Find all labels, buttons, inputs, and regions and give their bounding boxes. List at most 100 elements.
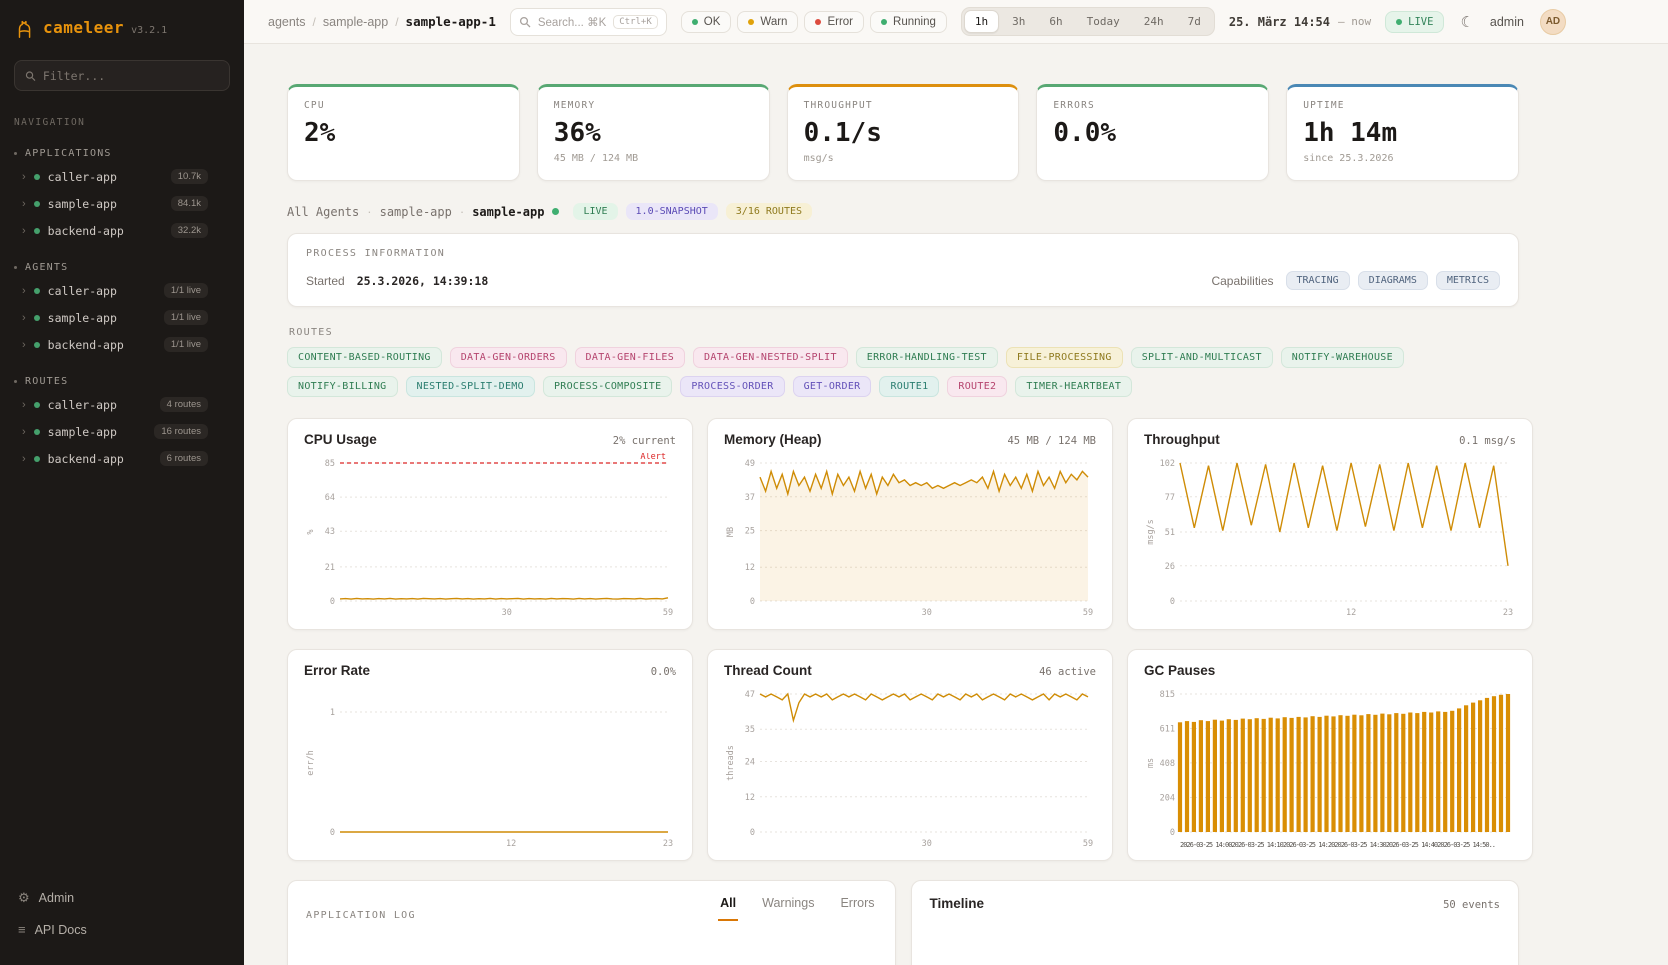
timeline-event-count: 50 events [1443,899,1500,911]
context-crumb-sample-app[interactable]: sample-app [472,205,544,219]
sidebar-item-sample-app[interactable]: ›sample-app1/1 live [0,304,244,331]
context-crumb-all-agents[interactable]: All Agents [287,205,359,219]
svg-text:204: 204 [1160,794,1175,804]
log-header: APPLICATION LOG AllWarningsErrors [306,896,877,921]
route-chip-timer-heartbeat[interactable]: TIMER-HEARTBEAT [1015,376,1132,397]
sidebar-item-backend-app[interactable]: ›backend-app1/1 live [0,331,244,358]
capability-chip-diagrams[interactable]: DIAGRAMS [1358,271,1428,290]
svg-text:12: 12 [1346,608,1356,618]
context-badge-3-16-routes[interactable]: 3/16 ROUTES [726,203,812,220]
sidebar-item-admin[interactable]: ⚙ Admin [14,882,230,914]
capability-chip-tracing[interactable]: TRACING [1286,271,1350,290]
route-chip-get-order[interactable]: GET-ORDER [793,376,872,397]
context-badge-live[interactable]: LIVE [573,203,617,220]
capability-chip-metrics[interactable]: METRICS [1436,271,1500,290]
route-chip-content-based-routing[interactable]: CONTENT-BASED-ROUTING [287,347,442,368]
capabilities-chips: TRACING DIAGRAMS METRICS [1286,271,1500,290]
filter-chip-warn[interactable]: Warn [737,11,798,33]
stat-card-uptime: UPTIME1h 14msince 25.3.2026 [1286,84,1519,181]
chart-card-gc-pauses: GC Pauses0204408611815ms2026-03-25 14:00… [1127,649,1533,861]
stat-label: ERRORS [1053,100,1252,111]
svg-text:37: 37 [745,493,755,503]
sidebar-item-caller-app[interactable]: ›caller-app1/1 live [0,277,244,304]
route-chip-notify-warehouse[interactable]: NOTIFY-WAREHOUSE [1281,347,1404,368]
filter-chip-running[interactable]: Running [870,11,947,33]
context-crumb-sample-app[interactable]: sample-app [380,205,452,219]
range-button-today[interactable]: Today [1076,10,1131,33]
range-button-7d[interactable]: 7d [1177,10,1212,33]
log-tab-all[interactable]: All [718,896,738,921]
sidebar-item-sample-app[interactable]: ›sample-app16 routes [0,418,244,445]
breadcrumb-separator: / [313,15,316,29]
stat-sub: since 25.3.2026 [1303,153,1502,164]
datetime-suffix: — now [1338,15,1371,28]
sidebar-section-header-agents[interactable]: AGENTS [0,258,244,277]
filter-chip-ok[interactable]: OK [681,11,732,33]
stat-card-throughput: THROUGHPUT0.1/smsg/s [787,84,1020,181]
sidebar-item-caller-app[interactable]: ›caller-app4 routes [0,391,244,418]
sidebar-item-api-docs[interactable]: ≡ API Docs [14,914,230,945]
route-chip-split-and-multicast[interactable]: SPLIT-AND-MULTICAST [1131,347,1273,368]
item-label: sample-app [48,197,117,211]
svg-text:0: 0 [750,597,755,607]
app-logo[interactable]: cameleer v3.2.1 [0,0,244,52]
svg-text:59: 59 [1083,839,1093,849]
sidebar-item-caller-app[interactable]: ›caller-app10.7k [0,163,244,190]
sidebar: cameleer v3.2.1 NAVIGATION APPLICATIONS ›… [0,0,244,965]
route-chip-route2[interactable]: ROUTE2 [947,376,1007,397]
route-chip-file-processing[interactable]: FILE-PROCESSING [1006,347,1123,368]
status-dot [34,456,40,462]
route-chip-error-handling-test[interactable]: ERROR-HANDLING-TEST [856,347,998,368]
item-label: sample-app [48,425,117,439]
sidebar-sections: APPLICATIONS›caller-app10.7k›sample-app8… [0,130,244,472]
sidebar-section-header-applications[interactable]: APPLICATIONS [0,144,244,163]
route-chip-nested-split-demo[interactable]: NESTED-SPLIT-DEMO [406,376,535,397]
breadcrumb-sample-app[interactable]: sample-app [323,15,388,29]
topbar: agents / sample-app / sample-app-1 Searc… [244,0,1668,44]
chevron-right-icon: › [22,171,26,183]
log-tab-warnings[interactable]: Warnings [760,896,816,921]
filter-chip-error[interactable]: Error [804,11,864,33]
sidebar-filter[interactable] [14,60,230,91]
search-box[interactable]: Search... ⌘K Ctrl+K [510,8,667,36]
route-chip-route1[interactable]: ROUTE1 [879,376,939,397]
timeline-panel: Timeline 50 events [911,880,1520,965]
sidebar-item-sample-app[interactable]: ›sample-app84.1k [0,190,244,217]
routes-section-title: ROUTES [289,327,1519,338]
range-button-3h[interactable]: 3h [1001,10,1036,33]
svg-text:23: 23 [1503,608,1513,618]
range-button-24h[interactable]: 24h [1133,10,1175,33]
chevron-right-icon: › [22,198,26,210]
item-label: backend-app [48,452,124,466]
range-button-6h[interactable]: 6h [1038,10,1073,33]
svg-text:30: 30 [922,608,932,618]
dark-mode-toggle[interactable]: ☾ [1460,13,1473,31]
username[interactable]: admin [1490,15,1524,29]
started-value: 25.3.2026, 14:39:18 [357,274,489,288]
range-button-1h[interactable]: 1h [964,10,999,33]
route-chip-data-gen-orders[interactable]: DATA-GEN-ORDERS [450,347,567,368]
route-chip-process-composite[interactable]: PROCESS-COMPOSITE [543,376,672,397]
route-chip-data-gen-files[interactable]: DATA-GEN-FILES [575,347,686,368]
started-label: Started [306,274,345,288]
breadcrumb-agents[interactable]: agents [268,15,306,29]
item-badge: 1/1 live [164,283,208,298]
nav-label: NAVIGATION [14,117,244,128]
log-tab-errors[interactable]: Errors [838,896,876,921]
route-chip-notify-billing[interactable]: NOTIFY-BILLING [287,376,398,397]
sidebar-section-header-routes[interactable]: ROUTES [0,372,244,391]
chart-title: CPU Usage [304,432,377,447]
route-chip-data-gen-nested-split[interactable]: DATA-GEN-NESTED-SPLIT [693,347,848,368]
svg-text:815: 815 [1160,690,1175,700]
live-badge[interactable]: LIVE [1385,11,1444,33]
datetime-display[interactable]: 25. März 14:54 — now [1229,15,1371,29]
avatar[interactable]: AD [1540,9,1566,35]
section-label: APPLICATIONS [25,148,112,159]
breadcrumb-separator: / [395,15,398,29]
route-chip-process-order[interactable]: PROCESS-ORDER [680,376,784,397]
filter-input[interactable] [43,69,219,83]
svg-text:21: 21 [325,563,335,573]
sidebar-item-backend-app[interactable]: ›backend-app6 routes [0,445,244,472]
context-badge-1-0-snapshot[interactable]: 1.0-SNAPSHOT [626,203,718,220]
sidebar-item-backend-app[interactable]: ›backend-app32.2k [0,217,244,244]
